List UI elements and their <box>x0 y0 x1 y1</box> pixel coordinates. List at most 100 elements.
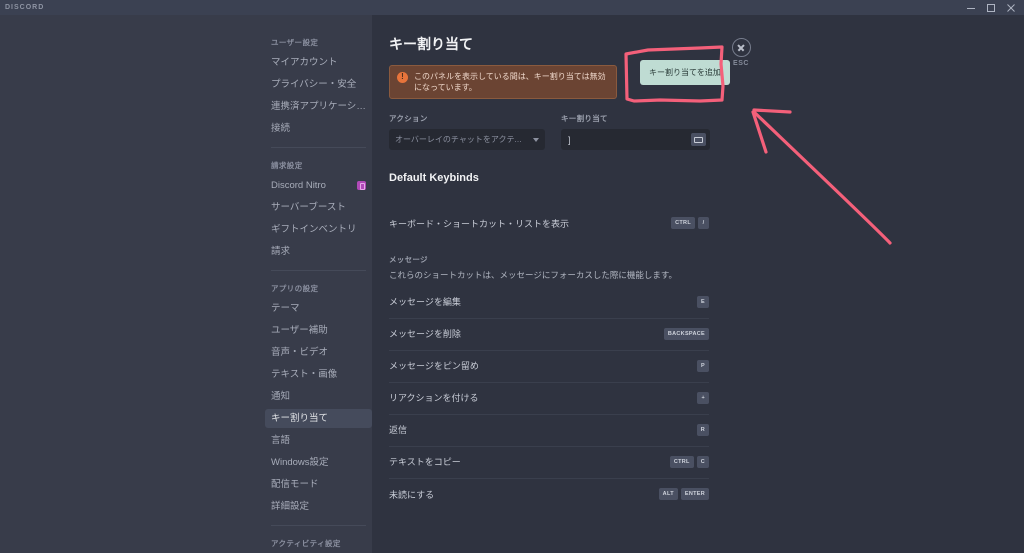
sidebar-item-label: 音声・ビデオ <box>271 347 329 358</box>
window-controls <box>966 3 1024 13</box>
sidebar-item-label: 言語 <box>271 435 291 446</box>
key-badge: P <box>697 359 709 372</box>
keybind-input-value: ] <box>568 134 571 145</box>
keybind-row-keys: CTRL / <box>671 217 709 229</box>
keybind-row-keys: E <box>697 295 709 308</box>
key-badge: C <box>696 455 709 468</box>
nav-group-header: ユーザー設定 <box>265 37 372 48</box>
sidebar-item-プライバシ-安全[interactable]: プライバシー・安全 <box>265 75 372 94</box>
key-badge: R <box>696 423 709 436</box>
key-badge: CTRL <box>671 217 695 229</box>
esc-label: ESC <box>733 60 749 67</box>
keybind-row-label: 返信 <box>389 425 408 435</box>
chevron-down-icon <box>533 137 539 142</box>
keybind-row-keys: P <box>697 359 709 372</box>
keyboard-icon[interactable] <box>691 133 706 146</box>
sidebar-item-label: 詳細設定 <box>271 501 310 512</box>
sidebar-item-ユ-ザ-補助[interactable]: ユーザー補助 <box>265 321 372 340</box>
close-settings-button[interactable]: ESC <box>726 38 756 67</box>
nav-divider <box>271 270 366 271</box>
nav-group-header-label: 請求設定 <box>271 161 303 170</box>
message-group-title: メッセージ <box>389 255 428 264</box>
keybind-row: キーボード・ショートカット・リストを表示 CTRL / <box>389 208 709 240</box>
keybinds-disabled-warning: このパネルを表示している間は、キー割り当ては無効になっています。 <box>389 65 617 99</box>
sidebar-item-連携済アプリケ-ショ-[interactable]: 連携済アプリケーショ… <box>265 97 372 116</box>
action-select-value: オーバーレイのチャットをアクティベート… <box>395 135 529 144</box>
keybind-field: キー割り当て ] <box>561 113 710 150</box>
sidebar-item-サ-バ-ブ-スト[interactable]: サーバーブースト <box>265 198 372 217</box>
sidebar-item-配信モ-ド[interactable]: 配信モード <box>265 475 372 494</box>
sidebar-item-label: Windows設定 <box>271 457 329 468</box>
nav-group-header: アクティビティ設定 <box>265 538 372 549</box>
sidebar-item-テ-マ[interactable]: テーマ <box>265 299 372 318</box>
sidebar-item-label: マイアカウント <box>271 57 338 68</box>
sidebar-item-接続[interactable]: 接続 <box>265 119 372 138</box>
sidebar-item-請求[interactable]: 請求 <box>265 242 372 261</box>
keybind-row: メッセージをピン留め P <box>389 351 709 383</box>
key-badge: E <box>697 295 709 308</box>
sidebar-item-label: テーマ <box>271 303 300 314</box>
action-select[interactable]: オーバーレイのチャットをアクティベート… <box>389 129 545 150</box>
maximize-icon[interactable] <box>986 3 996 13</box>
sidebar-item-マイアカウント[interactable]: マイアカウント <box>265 53 372 72</box>
keybind-field-label: キー割り当て <box>561 114 608 123</box>
sidebar-item-通知[interactable]: 通知 <box>265 387 372 406</box>
keybind-row-label: メッセージを削除 <box>389 329 461 339</box>
action-field-label: アクション <box>389 114 428 123</box>
keybind-row: 未読にする ALT ENTER <box>389 479 709 511</box>
keybind-row: テキストをコピー CTRL C <box>389 447 709 479</box>
sidebar-item-label: テキスト・画像 <box>271 369 338 380</box>
sidebar-item-テキスト-画像[interactable]: テキスト・画像 <box>265 365 372 384</box>
minimize-icon[interactable] <box>966 3 976 13</box>
settings-nav-list: ユーザー設定マイアカウントプライバシー・安全連携済アプリケーショ… 接続請求設定 D… <box>265 37 372 553</box>
sidebar-item-label: ユーザー補助 <box>271 325 328 336</box>
window-titlebar: DISCORD <box>0 0 1024 15</box>
keybind-editor-row: アクション オーバーレイのチャットをアクティベート… キー割り当て ] <box>389 113 710 150</box>
sidebar-item-詳細設定[interactable]: 詳細設定 <box>265 497 372 516</box>
nav-group-header: アプリの設定 <box>265 283 372 294</box>
message-group-description: これらのショートカットは、メッセージにフォーカスした際に機能します。 <box>389 270 677 280</box>
warning-text: このパネルを表示している間は、キー割り当ては無効になっています。 <box>414 72 606 92</box>
sidebar-item-label: キー割り当て <box>271 413 329 424</box>
keybind-row: 返信 R <box>389 415 709 447</box>
alert-icon <box>397 71 408 83</box>
key-badge: ALT <box>658 488 678 500</box>
message-group-header: メッセージ これらのショートカットは、メッセージにフォーカスした際に機能します。 <box>389 240 709 281</box>
sidebar-item-ギフトインベントリ[interactable]: ギフトインベントリ <box>265 220 372 239</box>
app-title: DISCORD <box>5 4 45 11</box>
close-x-icon[interactable] <box>731 38 751 57</box>
page-title: キー割り当て <box>389 36 473 52</box>
keybind-input[interactable]: ] <box>561 129 710 150</box>
sidebar-item-言語[interactable]: 言語 <box>265 431 372 450</box>
nitro-badge-icon <box>357 181 366 190</box>
nav-group-header-label: アクティビティ設定 <box>271 539 341 548</box>
sidebar-item-label: 連携済アプリケーショ… <box>271 101 366 112</box>
nav-group-header-label: ユーザー設定 <box>271 38 319 47</box>
add-keybind-button[interactable]: キー割り当てを追加 <box>640 60 730 85</box>
nav-group-header: 請求設定 <box>265 160 372 171</box>
nav-group-header-label: アプリの設定 <box>271 284 319 293</box>
sidebar-item-キ-割り当て[interactable]: キー割り当て <box>265 409 372 428</box>
settings-content-panel: キー割り当て このパネルを表示している間は、キー割り当ては無効になっています。 … <box>372 15 1024 553</box>
keybind-row: メッセージを削除 BACKSPACE <box>389 319 709 351</box>
keybind-row-keys: CTRL C <box>669 455 709 468</box>
sidebar-item-音声-ビデオ[interactable]: 音声・ビデオ <box>265 343 372 362</box>
keybind-row-label: リアクションを付ける <box>389 393 479 403</box>
keybind-row: メッセージを編集 E <box>389 287 709 319</box>
keybind-row-keys: BACKSPACE <box>663 327 709 340</box>
sidebar-item-windows設定[interactable]: Windows設定 <box>265 453 372 472</box>
keybind-row: リアクションを付ける + <box>389 383 709 415</box>
sidebar-item-label: Discord Nitro <box>271 180 326 191</box>
keybind-row-label: メッセージを編集 <box>389 297 461 307</box>
keybind-row-label: キーボード・ショートカット・リストを表示 <box>389 218 570 229</box>
sidebar-item-label: ギフトインベントリ <box>271 224 357 235</box>
key-badge: BACKSPACE <box>663 327 709 340</box>
keybind-row-label: テキストをコピー <box>389 457 461 467</box>
sidebar-item-discord-nitro[interactable]: Discord Nitro <box>265 176 372 195</box>
close-icon[interactable] <box>1006 3 1016 13</box>
sidebar-item-label: 配信モード <box>271 479 319 490</box>
key-badge: CTRL <box>669 455 694 468</box>
sidebar-item-label: 通知 <box>271 391 291 402</box>
default-keybinds-top-list: キーボード・ショートカット・リストを表示 CTRL / <box>389 208 709 240</box>
keybind-row-label: メッセージをピン留め <box>389 361 479 371</box>
